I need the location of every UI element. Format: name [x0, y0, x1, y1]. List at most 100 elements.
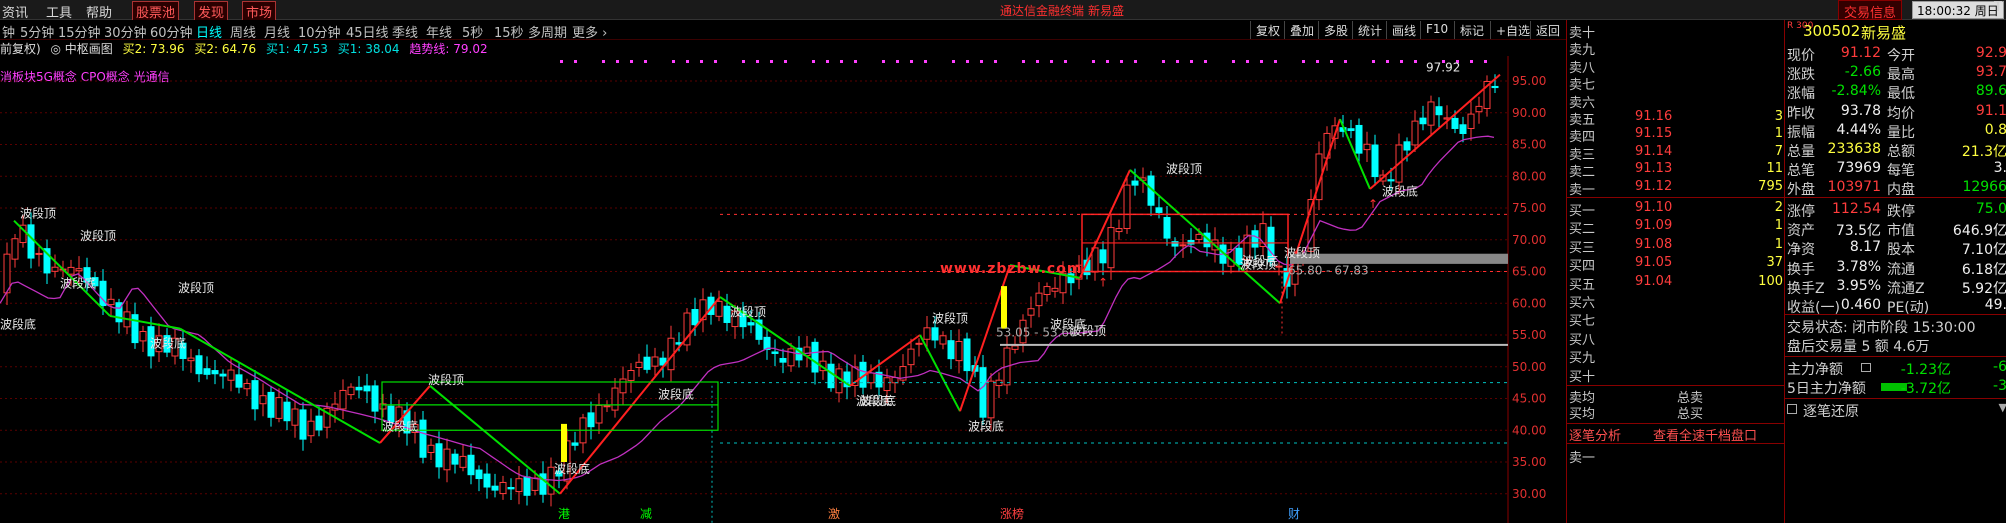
tick-restore-row[interactable]: 逐笔还原 ▼ — [1785, 401, 2006, 420]
signal-dot — [1092, 60, 1095, 63]
period-yearly[interactable]: 年线 — [426, 22, 452, 41]
sell-level-row[interactable]: 卖十 — [1567, 22, 1785, 41]
period-5sec[interactable]: 5秒 — [462, 22, 483, 41]
wave-label: 波段顶 — [20, 206, 56, 221]
period-30min[interactable]: 30分钟 — [104, 22, 147, 41]
period-weekly[interactable]: 周线 — [230, 22, 256, 41]
sell-level-row[interactable]: 卖六 — [1567, 92, 1785, 111]
buy-level-row[interactable]: 买三 91.08 1 — [1567, 237, 1785, 256]
menu-discover[interactable]: 发现 — [194, 1, 229, 22]
candle-body — [459, 455, 467, 468]
tool-multi-stock[interactable]: 多股 — [1318, 21, 1353, 39]
tool-adjust[interactable]: 复权 — [1250, 21, 1285, 39]
menu-help[interactable]: 帮助 — [86, 2, 112, 21]
settings-icon[interactable] — [1787, 404, 1797, 414]
price-axis-label: 85.00 — [1512, 138, 1546, 152]
buy-level-row[interactable]: 买一 91.10 2 — [1567, 200, 1785, 219]
tool-mark[interactable]: 标记 — [1454, 21, 1489, 39]
main-net5-extra: -3 — [1993, 378, 2006, 394]
tool-add-favorite[interactable]: +自选 — [1490, 21, 1535, 39]
tick-analysis-button[interactable]: 逐笔分析 — [1569, 425, 1621, 444]
buy-level-row[interactable]: 买十 — [1567, 366, 1785, 385]
candle-body — [235, 374, 243, 388]
price-axis-label: 65.00 — [1512, 265, 1546, 279]
period-quarterly[interactable]: 季线 — [392, 22, 418, 41]
tool-stats[interactable]: 统计 — [1352, 21, 1387, 39]
sell-level-row[interactable]: 卖四 91.15 1 — [1567, 126, 1785, 145]
quote-label: 最高 — [1887, 67, 1915, 84]
collapse-icon[interactable]: ▼ — [1999, 401, 2006, 414]
sell-level-row[interactable]: 卖三 91.14 7 — [1567, 144, 1785, 163]
buy-level-row[interactable]: 买九 — [1567, 347, 1785, 366]
sell-level-price: 91.16 — [1635, 109, 1673, 124]
buy-level-label: 买十 — [1569, 369, 1596, 385]
signal-bar — [561, 423, 567, 462]
buy-level-row[interactable]: 买七 — [1567, 310, 1785, 329]
sell-level-row[interactable]: 卖五 91.16 3 — [1567, 109, 1785, 128]
candle-body — [371, 385, 379, 412]
news-ticker[interactable]: 通达信金融终端 — [1000, 2, 1084, 19]
period-more[interactable]: 更多 › — [572, 22, 607, 41]
news-ticker-stock[interactable]: 新易盛 — [1088, 2, 1124, 19]
sell-level-row[interactable]: 卖七 — [1567, 74, 1785, 93]
buy-level-row[interactable]: 买二 91.09 1 — [1567, 218, 1785, 237]
price-note: 65.80 - 67.83 — [1288, 264, 1369, 278]
tick-restore-label[interactable]: 逐笔还原 — [1803, 401, 1859, 421]
period-45day[interactable]: 45日线 — [346, 22, 389, 41]
event-marker: 财 — [1288, 507, 1300, 521]
after-hours-row: 盘后交易量 5 额 4.6万 — [1785, 336, 2006, 355]
menu-tools[interactable]: 工具 — [46, 2, 72, 21]
buy-level-label: 买三 — [1569, 240, 1596, 256]
period-1min[interactable]: 钟 — [2, 22, 15, 41]
menu-stock-pool[interactable]: 股票池 — [132, 1, 180, 22]
signal-dot — [1134, 60, 1137, 63]
signal-dot — [1246, 60, 1249, 63]
buy-level-row[interactable]: 买八 — [1567, 329, 1785, 348]
buy-level-row[interactable]: 买五 91.04 100 — [1567, 273, 1785, 293]
quote-row: 换手 3.78% 流通 6.18亿 — [1785, 259, 2006, 278]
signal-dot — [616, 60, 619, 63]
indicator-buy2-high: 买2: 73.96 — [122, 42, 185, 56]
tool-overlay[interactable]: 叠加 — [1284, 21, 1319, 39]
period-10min[interactable]: 10分钟 — [298, 22, 341, 41]
indicator-name[interactable]: ◎ 中枢画图 — [51, 42, 113, 56]
period-5min[interactable]: 5分钟 — [20, 22, 54, 41]
sell-level-row[interactable]: 卖八 — [1567, 57, 1785, 76]
trade-info-button[interactable]: 交易信息 — [1838, 0, 1903, 21]
chart-toggle-icon[interactable] — [1861, 363, 1871, 372]
sell-level-volume: 1 — [1774, 126, 1783, 142]
up-arrow-icon: ↑ — [1098, 276, 1108, 290]
buy-level-row[interactable]: 买六 — [1567, 292, 1785, 311]
period-15sec[interactable]: 15秒 — [494, 22, 524, 41]
period-monthly[interactable]: 月线 — [264, 22, 290, 41]
candle-body — [355, 386, 363, 391]
sell-level-row[interactable]: 卖一 91.12 795 — [1567, 179, 1785, 198]
signal-dot — [644, 60, 647, 63]
app-logo: T — [1994, 0, 2002, 15]
adjust-mode[interactable]: 前复权) — [0, 42, 41, 56]
sell-level-row[interactable]: 卖九 — [1567, 39, 1785, 58]
sell-level-label: 卖十 — [1569, 26, 1596, 41]
period-daily[interactable]: 日线 — [196, 22, 222, 41]
quote-label: 振幅 — [1787, 124, 1815, 141]
price-axis-label: 75.00 — [1512, 201, 1546, 215]
menu-market[interactable]: 市场 — [242, 1, 277, 22]
candle-body — [811, 341, 819, 373]
menu-news[interactable]: 资讯 — [2, 2, 28, 21]
kline-svg[interactable]: 95.00 90.00 85.00 80.00 75.00 70.00 65.00 60.00… — [0, 56, 1566, 523]
buy-level-label: 买九 — [1569, 351, 1596, 367]
kline-chart[interactable]: 95.00 90.00 85.00 80.00 75.00 70.00 65.00 60.00… — [0, 56, 1566, 523]
period-60min[interactable]: 60分钟 — [150, 22, 193, 41]
candle-body — [715, 300, 723, 317]
tool-draw[interactable]: 画线 — [1386, 21, 1421, 39]
tool-f10[interactable]: F10 — [1420, 21, 1453, 39]
sell-level-row[interactable]: 卖二 91.13 11 — [1567, 161, 1785, 180]
buy-level-price: 91.04 — [1635, 273, 1673, 289]
candle-body — [107, 298, 115, 306]
tool-back[interactable]: 返回 — [1530, 21, 1565, 39]
full-depth-button[interactable]: 查看全速千档盘口 — [1653, 425, 1757, 444]
period-multi[interactable]: 多周期 — [528, 22, 567, 41]
candle-body — [1115, 228, 1123, 233]
buy-level-row[interactable]: 买四 91.05 37 — [1567, 255, 1785, 274]
period-15min[interactable]: 15分钟 — [58, 22, 101, 41]
